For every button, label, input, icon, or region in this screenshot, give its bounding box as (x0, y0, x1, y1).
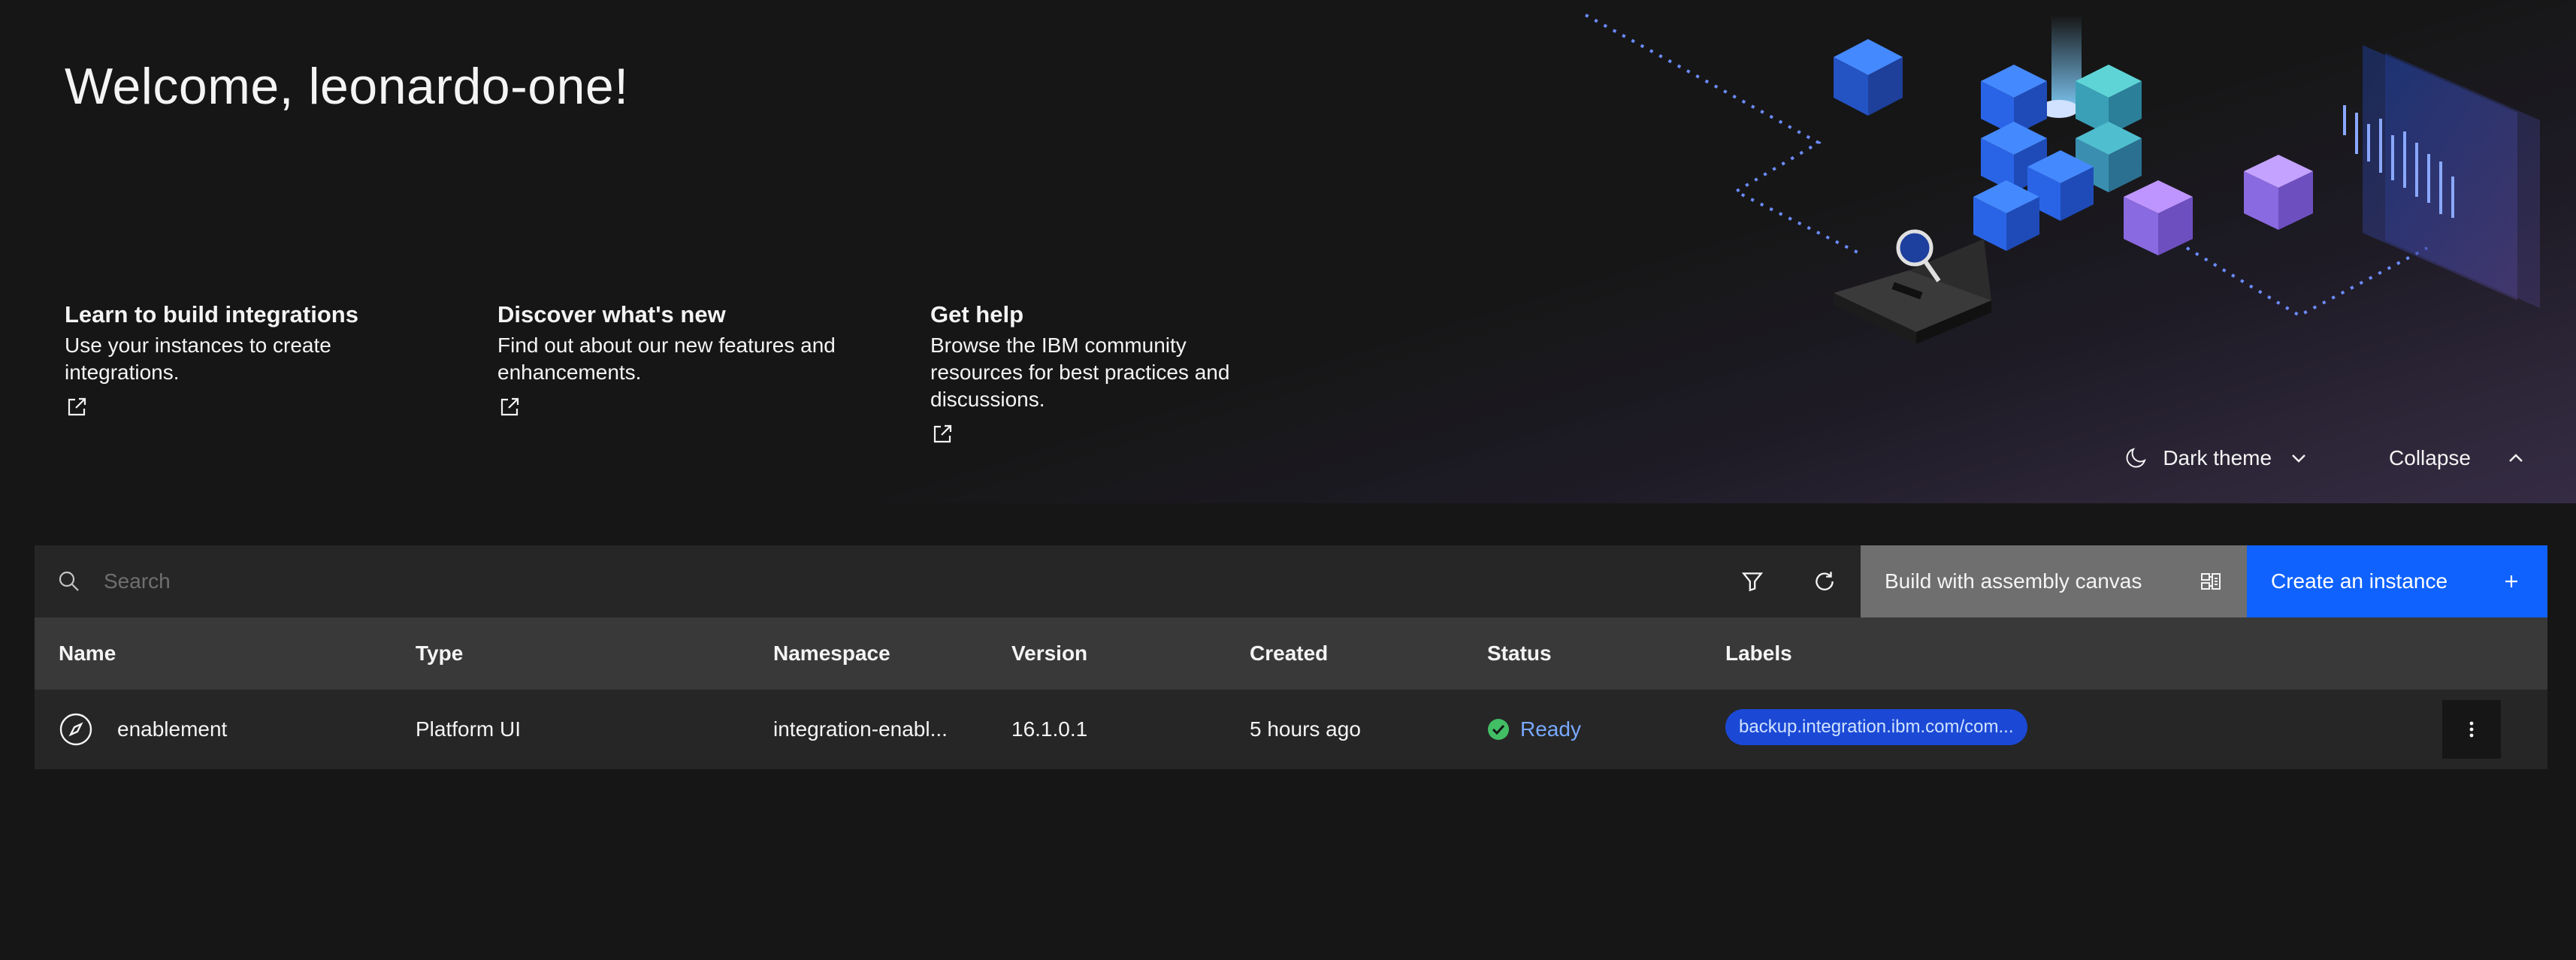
compass-icon (59, 713, 92, 746)
card-title: Learn to build integrations (65, 301, 358, 328)
launch-icon[interactable] (497, 395, 522, 419)
search-box[interactable] (35, 545, 1716, 617)
column-header-namespace[interactable]: Namespace (773, 642, 890, 666)
instance-version: 16.1.0.1 (1011, 717, 1088, 741)
create-instance-button[interactable]: Create an instance (2247, 545, 2547, 617)
chevron-up-icon (2509, 454, 2523, 462)
status-cell: Ready (1487, 717, 1581, 741)
column-header-status[interactable]: Status (1487, 642, 1552, 666)
collapse-label: Collapse (2389, 446, 2471, 469)
add-icon (2505, 575, 2517, 587)
status-text: Ready (1520, 717, 1581, 741)
row-overflow-menu-button[interactable] (2442, 700, 2501, 759)
launch-icon[interactable] (930, 422, 954, 446)
column-header-labels[interactable]: Labels (1725, 642, 1792, 666)
card-get-help: Get help Browse the IBM community resour… (930, 299, 1276, 450)
isometric-cubes-illustration (1585, 14, 2540, 344)
card-description: Use your instances to create integration… (65, 334, 331, 384)
chevron-down-icon (2292, 454, 2305, 463)
instance-type: Platform UI (416, 717, 522, 741)
theme-label: Dark theme (2163, 446, 2272, 469)
welcome-heading: Welcome, leonardo-one! (65, 58, 629, 115)
column-header-created[interactable]: Created (1250, 642, 1328, 666)
column-header-version[interactable]: Version (1011, 642, 1087, 666)
label-tag[interactable]: backup.integration.ibm.com/com... (1725, 708, 2027, 745)
collapse-button[interactable]: Collapse (2389, 446, 2528, 470)
instance-name[interactable]: enablement (117, 717, 227, 741)
build-canvas-label: Build with assembly canvas (1885, 569, 2142, 593)
filter-icon (1741, 572, 1764, 592)
overflow-menu-vertical-icon (2469, 721, 2474, 738)
instance-namespace: integration-enabl... (773, 717, 948, 741)
table-header: Name Type Namespace Version Created Stat… (35, 617, 2547, 690)
card-title: Get help (930, 301, 1024, 328)
filter-button[interactable] (1716, 545, 1788, 617)
table-toolbar: Build with assembly canvas Create an ins… (35, 545, 2547, 617)
card-title: Discover what's new (497, 301, 726, 328)
search-input[interactable] (104, 569, 1456, 593)
assembly-canvas-icon (2201, 573, 2221, 590)
hero-banner: Welcome, leonardo-one! Learn to build in… (0, 0, 2576, 503)
launch-icon[interactable] (65, 395, 89, 419)
checkmark-filled-icon (1488, 719, 1509, 740)
search-icon (59, 571, 79, 591)
create-instance-label: Create an instance (2271, 569, 2448, 593)
table-row[interactable]: enablement Platform UI integration-enabl… (35, 690, 2547, 769)
column-header-type[interactable]: Type (416, 642, 463, 666)
instances-table: Name Type Namespace Version Created Stat… (35, 617, 2547, 769)
card-learn: Learn to build integrations Use your ins… (65, 299, 410, 423)
build-with-assembly-canvas-button[interactable]: Build with assembly canvas (1861, 545, 2247, 617)
theme-switcher[interactable]: Dark theme (2124, 446, 2311, 470)
refresh-button[interactable] (1788, 545, 1861, 617)
instance-name-cell[interactable]: enablement (59, 712, 227, 747)
moon-icon (2126, 448, 2147, 468)
card-description: Find out about our new features and enha… (497, 334, 836, 384)
instance-created: 5 hours ago (1250, 717, 1361, 741)
hero-controls: Dark theme Collapse (2124, 436, 2576, 481)
column-header-name[interactable]: Name (59, 642, 116, 666)
card-description: Browse the IBM community resources for b… (930, 334, 1230, 411)
refresh-icon (1816, 572, 1834, 590)
card-whats-new: Discover what's new Find out about our n… (497, 299, 843, 423)
labels-cell: backup.integration.ibm.com/com... (1725, 708, 2027, 750)
